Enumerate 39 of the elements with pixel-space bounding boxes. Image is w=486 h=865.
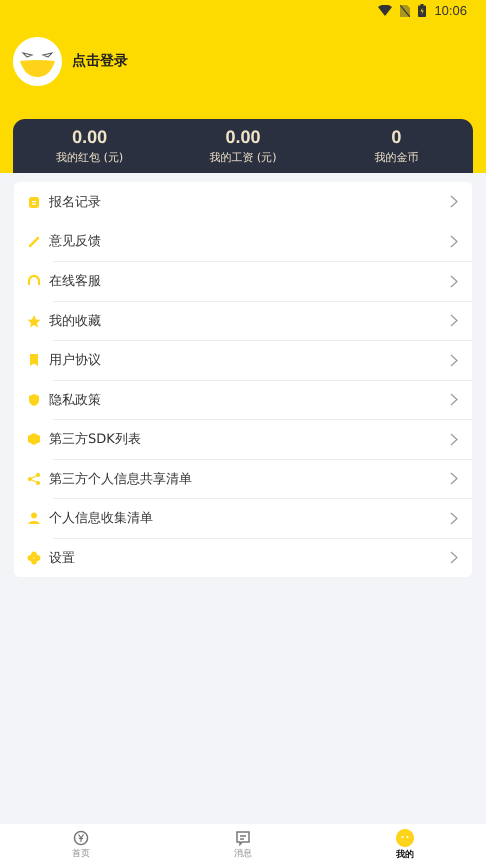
nav-tab[interactable]: 我的 xyxy=(324,824,486,865)
status-time: 10:06 xyxy=(434,3,467,18)
person-icon xyxy=(27,511,41,526)
cube-icon xyxy=(27,432,41,446)
clipboard-icon xyxy=(27,194,41,209)
chevron-icon xyxy=(450,472,458,486)
avatar-icon[interactable] xyxy=(13,36,62,86)
stat-value: 0.00 xyxy=(225,126,261,148)
login-link[interactable]: 点击登录 xyxy=(72,52,128,70)
shield-icon xyxy=(27,392,41,407)
share-icon xyxy=(27,472,41,486)
nav-tab[interactable]: 首页 xyxy=(0,824,162,865)
chevron-icon xyxy=(450,274,458,288)
battery-icon xyxy=(418,4,426,18)
chevron-icon xyxy=(450,432,458,446)
chevron-icon xyxy=(450,195,458,208)
stat-label: 我的金币 xyxy=(374,150,418,165)
nav-tab[interactable]: 消息 xyxy=(162,824,324,865)
smiley-icon xyxy=(396,828,414,846)
no-sim-icon xyxy=(400,4,410,17)
flower-icon xyxy=(27,550,41,565)
chevron-icon xyxy=(450,551,458,564)
star-icon xyxy=(27,314,41,328)
chevron-icon xyxy=(450,234,458,248)
wifi-icon xyxy=(378,5,392,16)
menu-item[interactable]: 意见反馈 xyxy=(14,222,472,261)
pencil-icon xyxy=(27,234,41,248)
chevron-icon xyxy=(450,314,458,328)
chevron-icon xyxy=(450,512,458,525)
stat-value: 0.00 xyxy=(72,126,108,148)
bookmark-icon xyxy=(27,353,41,368)
menu-item[interactable]: 报名记录 xyxy=(14,182,472,222)
stat-value: 0 xyxy=(391,126,402,148)
coin-icon xyxy=(73,830,89,846)
chevron-icon xyxy=(450,354,458,367)
chevron-icon xyxy=(450,393,458,406)
stat-label: 我的工资 (元) xyxy=(209,150,277,165)
message-icon xyxy=(235,830,251,846)
stat-label: 我的红包 (元) xyxy=(56,150,124,165)
